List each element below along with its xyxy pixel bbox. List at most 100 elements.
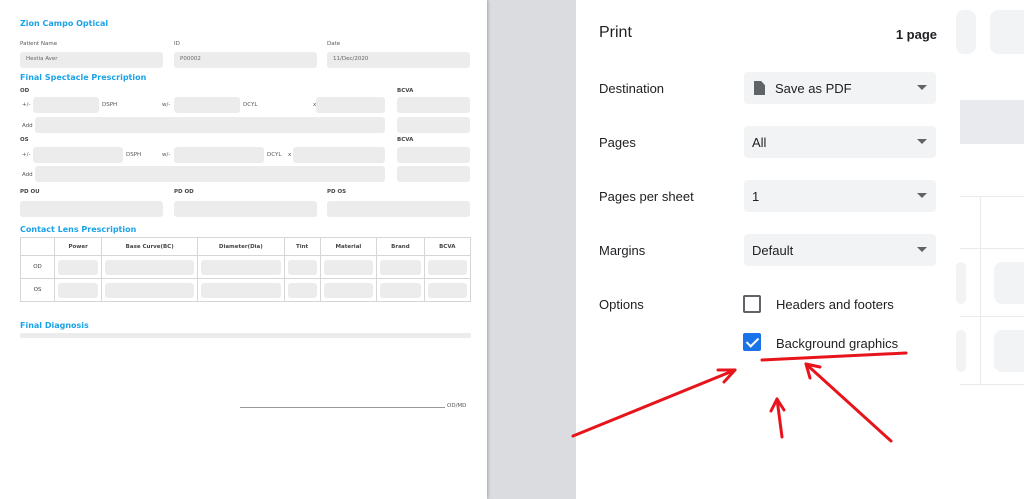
os-cyl-field [174, 147, 264, 163]
table-cell [376, 278, 425, 302]
pd-os-field [327, 201, 470, 217]
headers-footers-checkbox[interactable] [743, 295, 761, 313]
id-field: P00002 [174, 52, 317, 68]
os-add-field [35, 166, 385, 182]
bg-block [994, 262, 1024, 304]
table-cell [376, 255, 425, 279]
od-label: OD [20, 88, 30, 94]
bg-block [994, 330, 1024, 372]
chevron-down-icon [917, 247, 927, 252]
contact-col-header: Tint [283, 237, 321, 256]
table-cell [283, 255, 321, 279]
contact-col-header [20, 237, 55, 256]
os-sph-field [33, 147, 123, 163]
pages-per-sheet-select[interactable]: 1 [744, 180, 936, 212]
diagnosis-heading: Final Diagnosis [20, 321, 89, 330]
destination-value: Save as PDF [775, 81, 852, 96]
row-label: OS [20, 278, 55, 302]
bg-divider [960, 316, 1024, 317]
margins-value: Default [752, 243, 794, 258]
signature-label: OD/MD [447, 403, 467, 409]
pd-od-field [174, 201, 317, 217]
chevron-down-icon [917, 139, 927, 144]
contact-col-header: BCVA [423, 237, 472, 256]
od-add-label: Add [22, 123, 33, 129]
os-x: x [288, 152, 292, 158]
od-sph-field [33, 97, 99, 113]
contact-col-header: Diameter(Dia) [197, 237, 285, 256]
table-cell [101, 278, 199, 302]
os-bcva-label: BCVA [397, 137, 414, 143]
pages-per-sheet-label: Pages per sheet [599, 189, 694, 204]
date-field: 11/Dec/2020 [327, 52, 470, 68]
date-label: Date [327, 41, 341, 47]
bg-block [956, 262, 966, 304]
row-label: OD [20, 255, 55, 279]
print-preview-page: Zion Campo Optical Patient Name Hestia A… [0, 0, 487, 499]
od-dsph: DSPH [102, 102, 118, 108]
margins-select[interactable]: Default [744, 234, 936, 266]
contact-col-header: Material [319, 237, 378, 256]
background-graphics-label[interactable]: Background graphics [776, 336, 898, 351]
bg-divider [960, 248, 1024, 249]
patient-name-label: Patient Name [20, 41, 58, 47]
os-plusminus: +/- [22, 152, 31, 158]
os-bcva-field-2 [397, 166, 470, 182]
pd-ou-label: PD OU [20, 189, 40, 195]
bg-divider [960, 196, 1024, 197]
destination-label: Destination [599, 81, 665, 96]
pages-per-sheet-value: 1 [752, 189, 760, 204]
table-cell [197, 278, 285, 302]
os-add-label: Add [22, 172, 33, 178]
signature-line [240, 407, 445, 408]
table-row: OD [20, 255, 472, 279]
od-dcyl: DCYL [243, 102, 258, 108]
background-graphics-checkbox[interactable] [743, 333, 761, 351]
table-cell [319, 278, 378, 302]
bg-block [956, 10, 976, 54]
page-count: 1 page [895, 27, 937, 42]
os-axis-field [293, 147, 385, 163]
destination-select[interactable]: Save as PDF [744, 72, 936, 104]
bg-divider [980, 196, 981, 384]
chevron-down-icon [917, 193, 927, 198]
table-cell [283, 278, 321, 302]
pd-od-label: PD OD [174, 189, 194, 195]
od-add-field [35, 117, 385, 133]
bg-block [956, 330, 966, 372]
contact-col-header: Base Curve(BC) [101, 237, 199, 256]
contact-col-header: Brand [376, 237, 425, 256]
os-dcyl: DCYL [267, 152, 282, 158]
print-title: Print [599, 24, 632, 41]
os-wminus: w/- [162, 152, 171, 158]
table-cell [197, 255, 285, 279]
headers-footers-label[interactable]: Headers and footers [776, 297, 894, 312]
os-bcva-field [397, 147, 470, 163]
pages-value: All [752, 135, 767, 150]
table-row: OS [20, 278, 472, 302]
od-bcva-label: BCVA [397, 88, 414, 94]
bg-block [990, 10, 1024, 54]
pd-os-label: PD OS [327, 189, 347, 195]
patient-name-field: Hestia Aver [20, 52, 163, 68]
table-cell [319, 255, 378, 279]
pages-label: Pages [599, 135, 636, 150]
od-wminus: w/- [162, 102, 171, 108]
margins-label: Margins [599, 243, 646, 258]
od-cyl-field [174, 97, 240, 113]
background-page-sliver [956, 0, 1024, 499]
od-axis-field [316, 97, 385, 113]
id-label: ID [174, 41, 180, 47]
os-label: OS [20, 137, 29, 143]
pd-ou-field [20, 201, 163, 217]
contact-lens-table: Power Base Curve(BC) Diameter(Dia) Tint … [20, 237, 472, 302]
table-cell [101, 255, 199, 279]
os-dsph: DSPH [126, 152, 142, 158]
options-label: Options [599, 297, 644, 312]
print-settings-panel: Print 1 page Destination Save as PDF Pag… [576, 0, 960, 499]
od-bcva-field [397, 97, 470, 113]
pages-select[interactable]: All [744, 126, 936, 158]
table-cell [423, 255, 472, 279]
chevron-down-icon [917, 85, 927, 90]
table-cell [53, 278, 103, 302]
